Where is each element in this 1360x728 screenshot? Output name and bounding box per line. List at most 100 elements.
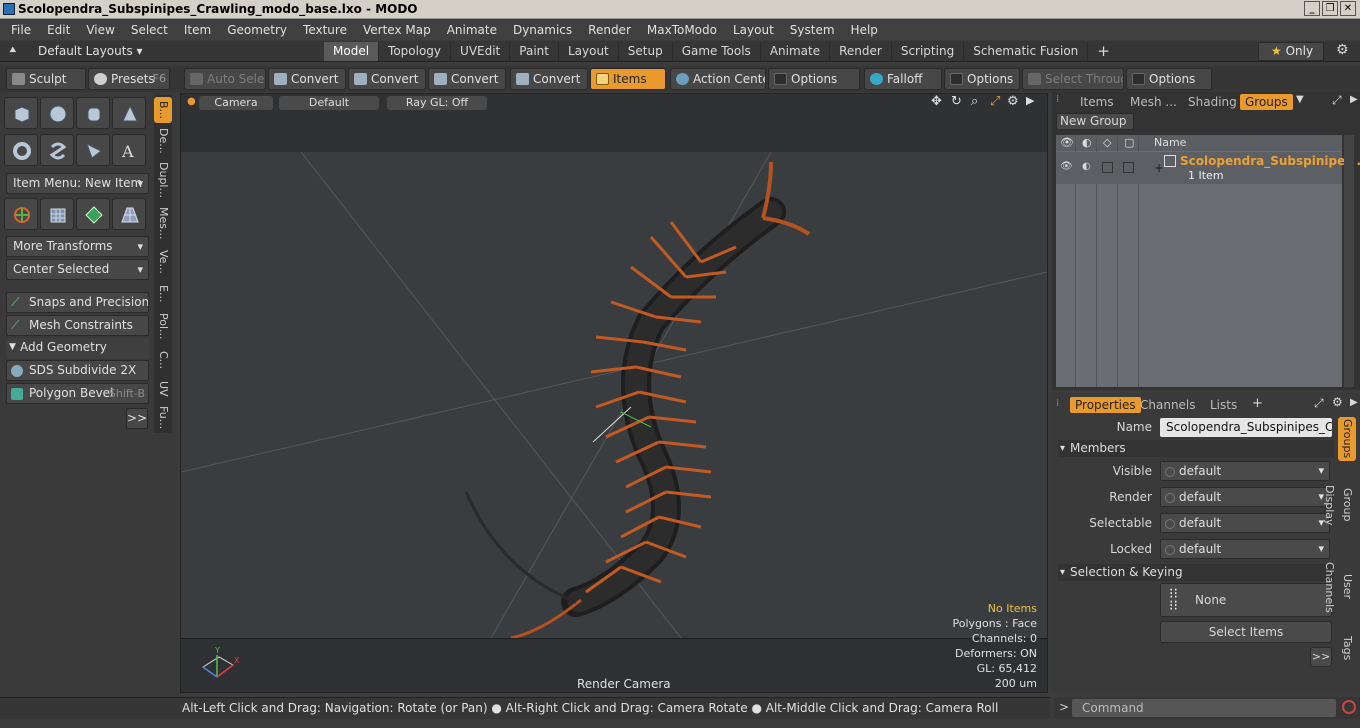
text-tool-button[interactable]: A bbox=[112, 134, 146, 166]
tab-layout[interactable]: Layout bbox=[559, 42, 619, 61]
select-items-button[interactable]: Select Items bbox=[1160, 621, 1332, 643]
convert-materials-button[interactable]: Convert bbox=[510, 68, 588, 90]
mesh-constraints-button[interactable]: ⟋ Mesh Constraints bbox=[6, 315, 149, 336]
tab-items[interactable]: Items bbox=[1080, 94, 1114, 110]
vtab-duplicate[interactable]: Dupl... bbox=[154, 159, 172, 201]
group-render-icon[interactable]: ◐ bbox=[1082, 161, 1091, 172]
vtab-user-channels[interactable]: User Channels bbox=[1323, 549, 1356, 625]
tab-lists[interactable]: Lists bbox=[1210, 397, 1237, 413]
cone-tool-button[interactable] bbox=[112, 97, 146, 129]
gear-icon[interactable]: ⚙ bbox=[1336, 42, 1349, 58]
new-group-button[interactable]: New Group bbox=[1056, 113, 1134, 130]
fit-view-icon[interactable]: ⤢ bbox=[990, 94, 1000, 109]
mesh-grid-button[interactable] bbox=[40, 198, 74, 230]
items-mode-button[interactable]: Items bbox=[590, 68, 666, 90]
tab-game-tools[interactable]: Game Tools bbox=[673, 42, 761, 61]
minimize-button[interactable]: _ bbox=[1304, 1, 1320, 16]
tab-groups[interactable]: Groups bbox=[1240, 94, 1293, 110]
vtab-groups[interactable]: Groups bbox=[1338, 417, 1356, 461]
expand-panel-icon[interactable]: ⤢ bbox=[1332, 93, 1342, 108]
tab-schematic-fusion[interactable]: Schematic Fusion bbox=[964, 42, 1089, 61]
default-layouts-dropdown[interactable]: Default Layouts ▾ bbox=[38, 44, 143, 58]
add-tab-icon[interactable]: + bbox=[1088, 42, 1119, 61]
menu-help[interactable]: Help bbox=[843, 23, 886, 37]
transform-tool-button[interactable] bbox=[4, 198, 38, 230]
menu-system[interactable]: System bbox=[782, 23, 843, 37]
falloff-button[interactable]: Falloff bbox=[864, 68, 942, 90]
presets-button[interactable]: Presets F6 bbox=[88, 68, 170, 90]
convert-edges-button[interactable]: Convert bbox=[348, 68, 426, 90]
tab-mesh[interactable]: Mesh ... bbox=[1130, 94, 1177, 110]
menu-geometry[interactable]: Geometry bbox=[219, 23, 295, 37]
only-button[interactable]: ★ Only bbox=[1258, 42, 1324, 61]
tab-paint[interactable]: Paint bbox=[510, 42, 559, 61]
cylinder-tool-button[interactable] bbox=[76, 97, 110, 129]
menu-render[interactable]: Render bbox=[580, 23, 639, 37]
properties-more-button[interactable]: >> bbox=[1310, 647, 1332, 667]
vtab-mesh[interactable]: Mes... bbox=[154, 203, 172, 243]
group-row[interactable]: 👁 ◐ + Scolopendra_Subspinipes ... 1 Item bbox=[1056, 152, 1360, 184]
expand-plus-icon[interactable]: + bbox=[1154, 161, 1164, 175]
tab-channels[interactable]: Channels bbox=[1140, 397, 1196, 413]
shading-style-dropdown[interactable]: Default bbox=[279, 96, 379, 110]
panel-arrow-icon[interactable]: ▶ bbox=[1350, 94, 1358, 105]
3d-viewport[interactable]: ● Camera Default Ray GL: Off ✥ ↻ ⌕ ⤢ ⚙ ▶ bbox=[180, 93, 1048, 693]
expand-panel-icon[interactable]: ⤢ bbox=[1314, 396, 1324, 411]
add-geometry-section[interactable]: ▼ Add Geometry bbox=[6, 338, 149, 359]
auto-select-button[interactable]: Auto Select bbox=[184, 68, 266, 90]
falloff-options-button[interactable]: Options bbox=[944, 68, 1020, 90]
more-transforms-dropdown[interactable]: More Transforms bbox=[6, 236, 149, 257]
group-eye-icon[interactable]: 👁 bbox=[1060, 161, 1073, 172]
vtab-group-display[interactable]: Group Display bbox=[1323, 469, 1356, 541]
item-menu-dropdown[interactable]: Item Menu: New Item bbox=[6, 173, 149, 194]
convert-vertices-button[interactable]: Convert bbox=[268, 68, 346, 90]
tabs-dropdown-icon[interactable]: ▼ bbox=[1296, 94, 1304, 105]
name-field[interactable]: Scolopendra_Subspinipes_Crawlir bbox=[1160, 418, 1332, 437]
menu-vertex-map[interactable]: Vertex Map bbox=[355, 23, 439, 37]
menu-file[interactable]: File bbox=[3, 23, 39, 37]
tab-properties[interactable]: Properties bbox=[1070, 397, 1141, 413]
add-tab-icon[interactable]: + bbox=[1252, 396, 1263, 411]
panel-arrow-icon[interactable]: ▶ bbox=[1350, 397, 1358, 408]
viewport-menu-arrow-icon[interactable]: ▶ bbox=[1026, 94, 1034, 107]
vtab-curve[interactable]: C... bbox=[154, 345, 172, 375]
pen-tool-button[interactable] bbox=[76, 134, 110, 166]
select-through-button[interactable]: Select Through bbox=[1022, 68, 1124, 90]
vtab-vertex[interactable]: Ve... bbox=[154, 245, 172, 279]
plane-mesh-button[interactable] bbox=[112, 198, 146, 230]
menu-dynamics[interactable]: Dynamics bbox=[505, 23, 580, 37]
locked-dropdown[interactable]: default bbox=[1160, 539, 1330, 559]
tab-animate[interactable]: Animate bbox=[761, 42, 831, 61]
vtab-fusion[interactable]: Fu... bbox=[154, 403, 172, 433]
vtab-basic[interactable]: B... bbox=[154, 97, 172, 123]
action-center-button[interactable]: Action Center bbox=[670, 68, 766, 90]
keying-none-button[interactable]: ⁝⁝ ⁝⁝ None bbox=[1160, 583, 1332, 617]
layout-collapse-icon[interactable]: ⯅ bbox=[8, 43, 18, 58]
viewport-gear-icon[interactable]: ⚙ bbox=[1007, 94, 1019, 109]
capsule-tool-button[interactable] bbox=[40, 134, 74, 166]
menu-edit[interactable]: Edit bbox=[39, 23, 78, 37]
vtab-deform[interactable]: De... bbox=[154, 125, 172, 157]
vtab-edge[interactable]: E... bbox=[154, 281, 172, 307]
sds-subdivide-button[interactable]: SDS Subdivide 2X bbox=[6, 360, 149, 381]
uv-mesh-button[interactable] bbox=[76, 198, 110, 230]
members-section[interactable]: Members bbox=[1058, 440, 1334, 457]
camera-view-dropdown[interactable]: Camera bbox=[199, 96, 273, 110]
vtab-polygon[interactable]: Pol... bbox=[154, 309, 172, 343]
center-selected-dropdown[interactable]: Center Selected bbox=[6, 259, 149, 280]
torus-tool-button[interactable] bbox=[4, 134, 38, 166]
group-name[interactable]: Scolopendra_Subspinipes ... bbox=[1180, 154, 1360, 168]
menu-item[interactable]: Item bbox=[176, 23, 219, 37]
raygl-toggle[interactable]: Ray GL: Off bbox=[387, 96, 487, 110]
group-select-checkbox[interactable] bbox=[1102, 162, 1113, 173]
groups-list[interactable]: 👁 ◐ ◇ ▢ Name 👁 ◐ + Scolopendra_Subspinip… bbox=[1056, 135, 1360, 387]
tab-uvedit[interactable]: UVEdit bbox=[451, 42, 511, 61]
tab-shading[interactable]: Shading bbox=[1188, 94, 1237, 110]
tab-topology[interactable]: Topology bbox=[379, 42, 452, 61]
action-center-options-button[interactable]: Options bbox=[768, 68, 860, 90]
selection-keying-section[interactable]: Selection & Keying bbox=[1058, 564, 1334, 581]
menu-maxtomodo[interactable]: MaxToModo bbox=[639, 23, 725, 37]
tab-setup[interactable]: Setup bbox=[619, 42, 673, 61]
sculpt-button[interactable]: Sculpt bbox=[6, 68, 86, 90]
convert-polygons-button[interactable]: Convert bbox=[428, 68, 506, 90]
